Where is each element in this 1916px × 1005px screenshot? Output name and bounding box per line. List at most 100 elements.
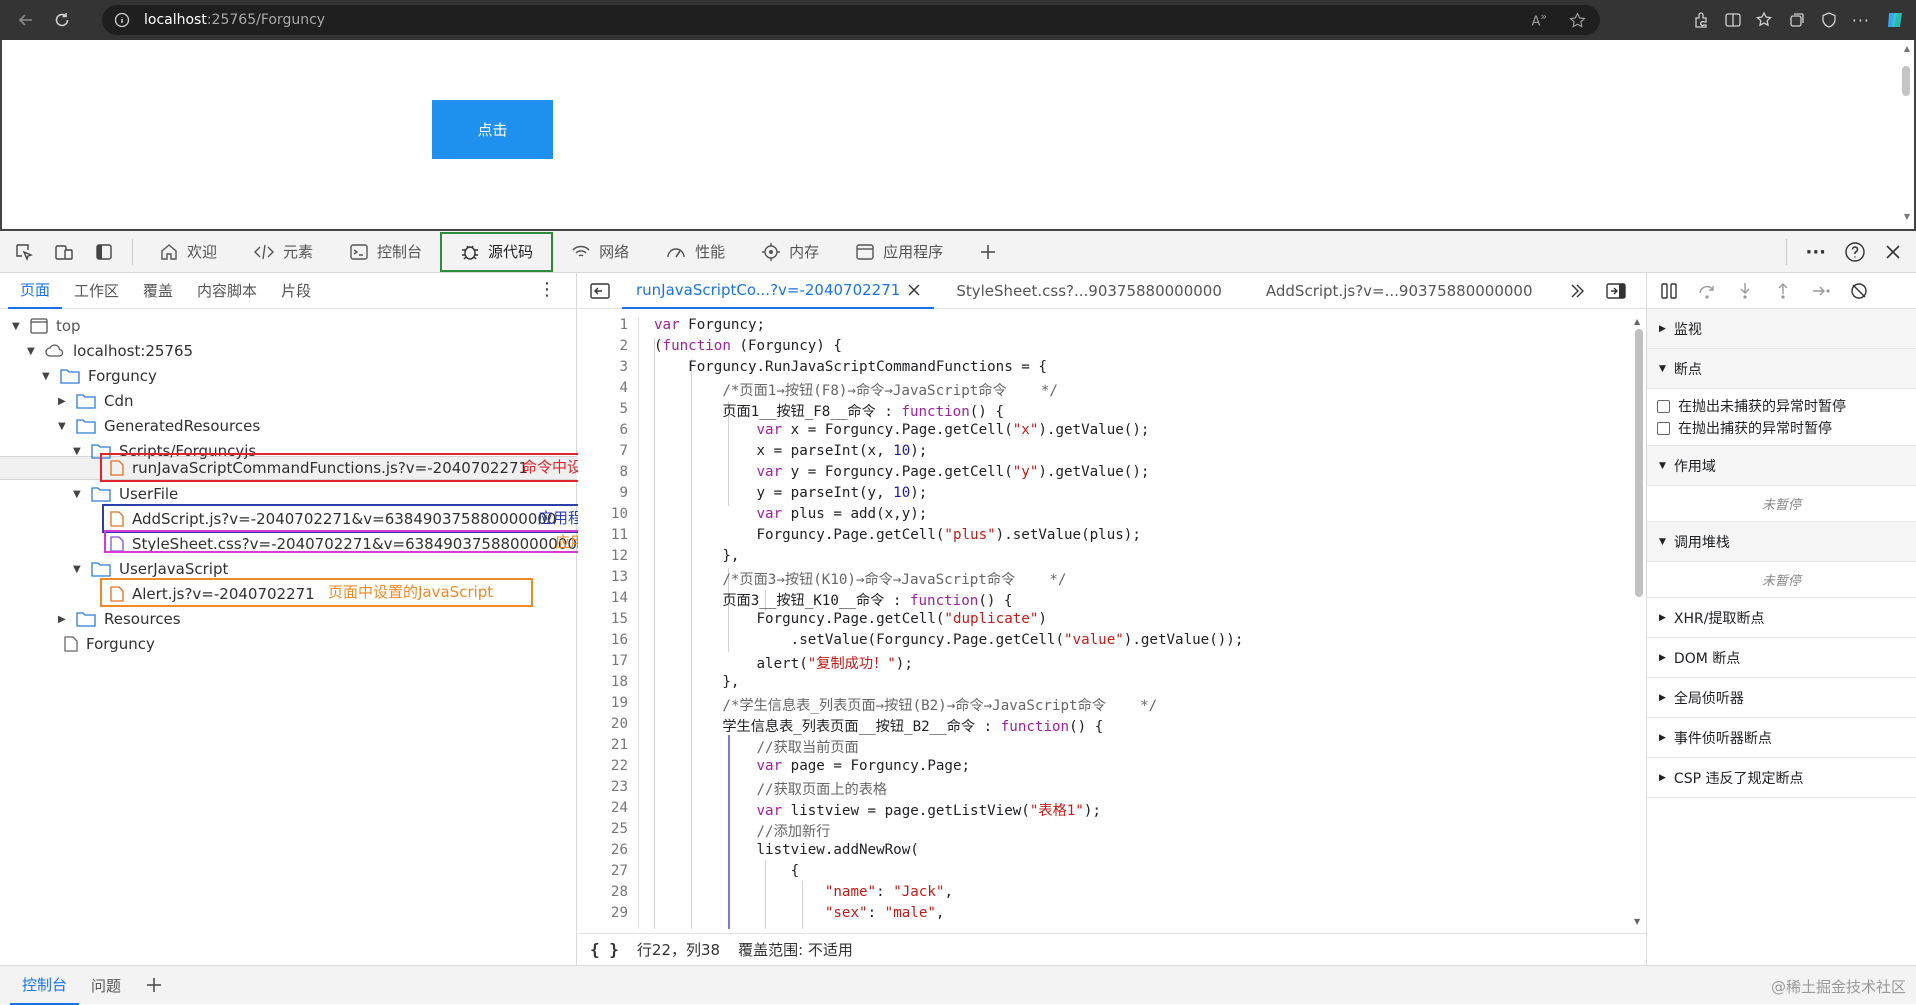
line-number[interactable]: 2 [578, 338, 628, 354]
line-number[interactable]: 24 [578, 800, 628, 816]
help-icon[interactable] [1844, 241, 1866, 263]
expand-arrow-icon[interactable]: ▼ [73, 489, 83, 500]
pause-icon[interactable] [1659, 281, 1679, 301]
subtab-page[interactable]: 页面 [8, 273, 63, 309]
subtab-overrides[interactable]: 覆盖 [131, 273, 185, 309]
line-number[interactable]: 7 [578, 443, 628, 459]
section-call-stack[interactable]: ▼ 调用堆栈 [1647, 522, 1916, 562]
drawer-add-tab-button[interactable] [133, 966, 175, 1005]
section-breakpoints[interactable]: ▼ 断点 [1647, 349, 1916, 389]
expand-arrow-icon[interactable]: ▼ [73, 446, 83, 457]
reload-button[interactable] [44, 5, 80, 35]
close-devtools-icon[interactable] [1884, 243, 1902, 261]
collapse-arrow-icon[interactable]: ▶ [58, 396, 68, 407]
line-number[interactable]: 21 [578, 737, 628, 753]
pause-caught-checkbox[interactable]: 在抛出捕获的异常时暂停 [1647, 417, 1916, 439]
scroll-up-arrow-icon[interactable]: ▲ [1904, 44, 1910, 53]
page-scrollbar[interactable] [1902, 66, 1910, 96]
close-tab-icon[interactable] [908, 284, 920, 296]
more-options-icon[interactable]: ··· [1805, 242, 1826, 263]
line-number[interactable]: 12 [578, 548, 628, 564]
code-area[interactable]: 1 var Forguncy; 2 (function (Forguncy) {3 F… [578, 317, 1638, 929]
toggle-debugger-button[interactable] [1592, 273, 1640, 309]
copilot-icon[interactable] [1884, 9, 1906, 31]
address-bar[interactable]: localhost:25765/Forguncy A» [102, 5, 1600, 35]
read-aloud-icon[interactable]: A» [1531, 10, 1547, 29]
checkbox-box[interactable] [1657, 399, 1670, 413]
line-number[interactable]: 25 [578, 821, 628, 837]
tree-node-forguncy-folder[interactable]: ▼ Forguncy [42, 364, 157, 388]
checkbox-box[interactable] [1657, 421, 1670, 435]
section-csp-breakpoints[interactable]: ▶ CSP 违反了规定断点 [1647, 758, 1916, 798]
back-button[interactable] [8, 5, 44, 35]
step-out-icon[interactable] [1773, 281, 1793, 301]
section-xhr-breakpoints[interactable]: ▶ XHR/提取断点 [1647, 598, 1916, 638]
tab-console[interactable]: 控制台 [331, 231, 440, 273]
browser-essentials-icon[interactable] [1820, 11, 1838, 29]
line-number[interactable]: 15 [578, 611, 628, 627]
drawer-tab-console[interactable]: 控制台 [10, 966, 80, 1005]
scroll-down-arrow-icon[interactable]: ▼ [1634, 917, 1640, 926]
line-number[interactable]: 10 [578, 506, 628, 522]
line-number[interactable]: 20 [578, 716, 628, 732]
scroll-up-arrow-icon[interactable]: ▲ [1634, 317, 1640, 326]
click-button[interactable]: 点击 [432, 100, 553, 159]
line-number[interactable]: 26 [578, 842, 628, 858]
more-icon[interactable]: ··· [1852, 11, 1870, 30]
inspect-element-button[interactable] [4, 231, 44, 273]
tree-node-resources[interactable]: ▶ Resources [58, 607, 181, 631]
subtab-content-scripts[interactable]: 内容脚本 [185, 273, 269, 309]
line-number[interactable]: 6 [578, 422, 628, 438]
line-number[interactable]: 16 [578, 632, 628, 648]
pause-uncaught-checkbox[interactable]: 在抛出未捕获的异常时暂停 [1647, 395, 1916, 417]
section-watch[interactable]: ▶ 监视 [1647, 309, 1916, 349]
add-tab-button[interactable] [961, 231, 1015, 273]
section-dom-breakpoints[interactable]: ▶ DOM 断点 [1647, 638, 1916, 678]
tab-sources[interactable]: 源代码 [440, 231, 554, 272]
section-event-listener-breakpoints[interactable]: ▶ 事件侦听器断点 [1647, 718, 1916, 758]
toggle-navigator-button[interactable] [578, 273, 622, 309]
subtab-workspace[interactable]: 工作区 [62, 273, 131, 309]
collections-icon[interactable] [1788, 11, 1806, 29]
split-screen-icon[interactable] [1724, 11, 1742, 29]
editor-tab-addscript[interactable]: AddScript.js?v=...90375880000000 [1244, 273, 1555, 309]
editor-scroll-thumb[interactable] [1635, 329, 1643, 597]
kebab-menu-icon[interactable]: ⋮ [538, 281, 556, 299]
expand-arrow-icon[interactable]: ▼ [27, 346, 37, 357]
line-number[interactable]: 28 [578, 884, 628, 900]
section-scope[interactable]: ▼ 作用域 [1647, 446, 1916, 486]
line-number[interactable]: 1 [578, 317, 628, 333]
tab-network[interactable]: 网络 [553, 231, 647, 273]
editor-scrollbar[interactable]: ▲ ▼ [1634, 317, 1644, 929]
step-into-icon[interactable] [1735, 281, 1755, 301]
line-number[interactable]: 23 [578, 779, 628, 795]
line-number[interactable]: 27 [578, 863, 628, 879]
expand-arrow-icon[interactable]: ▼ [58, 421, 68, 432]
expand-arrow-icon[interactable]: ▼ [42, 371, 52, 382]
expand-arrow-icon[interactable]: ▼ [12, 321, 22, 332]
device-emulation-button[interactable] [44, 231, 84, 273]
tab-performance[interactable]: 性能 [647, 231, 743, 273]
tree-node-userfile[interactable]: ▼ UserFile [73, 482, 178, 506]
favorites-icon[interactable] [1755, 11, 1774, 29]
tab-memory[interactable]: 内存 [743, 231, 837, 273]
editor-tab-stylesheet[interactable]: StyleSheet.css?...90375880000000 [934, 273, 1244, 309]
tree-node-host[interactable]: ▼ localhost:25765 [27, 339, 193, 363]
favorite-star-icon[interactable] [1569, 11, 1586, 29]
tab-elements[interactable]: 元素 [235, 231, 331, 273]
tree-node-generated-resources[interactable]: ▼ GeneratedResources [58, 414, 260, 438]
line-number[interactable]: 8 [578, 464, 628, 480]
line-number[interactable]: 4 [578, 380, 628, 396]
step-over-icon[interactable] [1697, 281, 1717, 301]
subtab-snippets[interactable]: 片段 [269, 273, 323, 309]
collapse-arrow-icon[interactable]: ▶ [58, 614, 68, 625]
line-number[interactable]: 22 [578, 758, 628, 774]
line-number[interactable]: 9 [578, 485, 628, 501]
line-number[interactable]: 19 [578, 695, 628, 711]
tab-application[interactable]: 应用程序 [837, 231, 961, 273]
line-number[interactable]: 17 [578, 653, 628, 669]
drawer-tab-issues[interactable]: 问题 [79, 966, 133, 1005]
step-icon[interactable] [1811, 281, 1831, 301]
dock-sidebar-button[interactable] [84, 231, 124, 273]
line-number[interactable]: 13 [578, 569, 628, 585]
